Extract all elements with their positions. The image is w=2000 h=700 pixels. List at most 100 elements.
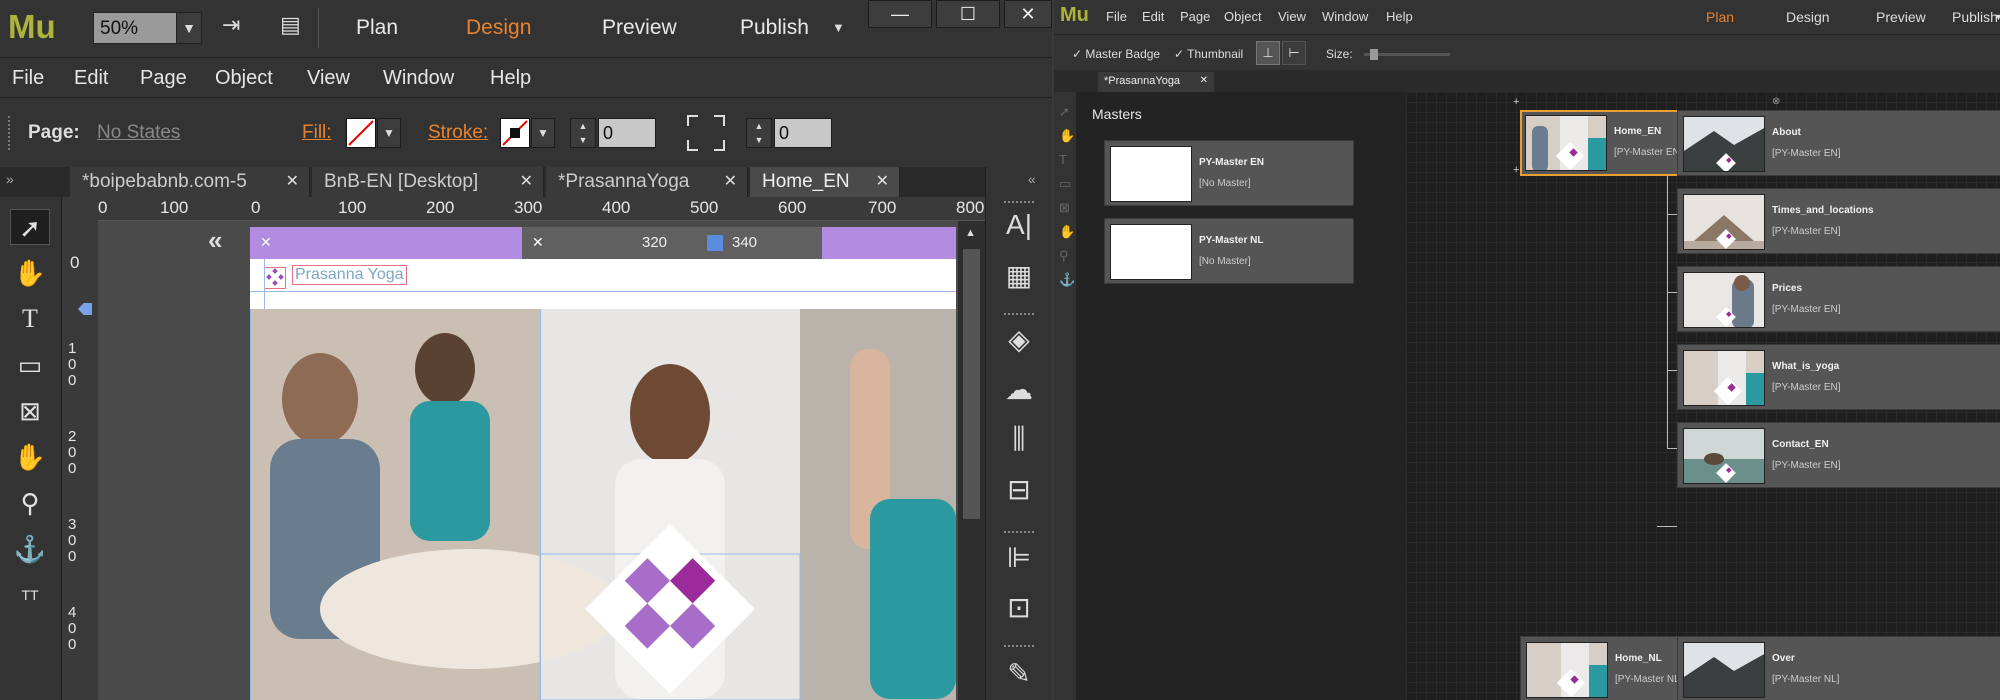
stroke-swatch[interactable] xyxy=(500,118,530,148)
stroke-chevron-down-icon[interactable]: ▼ xyxy=(531,118,555,148)
anchor-tool-icon[interactable]: ⚓ xyxy=(10,531,50,567)
text-tool-icon[interactable]: T xyxy=(10,301,50,337)
menu-object[interactable]: Object xyxy=(215,67,273,90)
text-frame-tool-icon[interactable]: TT xyxy=(10,577,50,613)
crop-tool-icon[interactable]: ✋ xyxy=(10,255,50,291)
widgets-icon[interactable]: ⊟ xyxy=(1002,473,1036,506)
image-frame-tool-icon[interactable]: ⊠ xyxy=(10,393,50,429)
menu-window[interactable]: Window xyxy=(383,67,454,90)
menu-file[interactable]: File xyxy=(12,67,44,90)
close-tab-icon[interactable]: ✕ xyxy=(286,171,299,191)
menu-page[interactable]: Page xyxy=(140,67,187,90)
page-card-what-is-yoga[interactable]: What_is_yoga [PY-Master EN] xyxy=(1677,344,2000,410)
fill-swatch[interactable] xyxy=(346,118,376,148)
tab-home-en[interactable]: Home_EN ✕ xyxy=(750,167,900,197)
stroke-width-stepper[interactable]: ▲ ▼ xyxy=(570,118,596,148)
page-properties-icon[interactable]: ▤ xyxy=(280,12,301,38)
tab-boipebabnb[interactable]: *boipebabnb.com-5 ✕ xyxy=(70,167,310,197)
tab-bnb-en[interactable]: BnB-EN [Desktop] ✕ xyxy=(312,167,544,197)
menu-help[interactable]: Help xyxy=(1386,9,1413,24)
tab-prasannayoga[interactable]: *PrasannaYoga ✕ xyxy=(1098,72,1214,92)
mode-plan[interactable]: Plan xyxy=(356,16,398,40)
collapse-breakpoints-icon[interactable]: « xyxy=(208,225,222,256)
menu-object[interactable]: Object xyxy=(1224,9,1262,24)
mode-preview[interactable]: Preview xyxy=(1876,9,1926,25)
zoom-input[interactable]: 50% xyxy=(93,12,177,44)
page-card-about[interactable]: About [PY-Master EN] xyxy=(1677,110,2000,176)
size-slider[interactable] xyxy=(1364,49,1450,60)
remove-breakpoint-icon[interactable]: ✕ xyxy=(260,234,272,251)
library-icon[interactable]: ⫼ xyxy=(1002,423,1036,456)
add-page-above-icon[interactable]: + xyxy=(1513,96,1519,108)
mode-design[interactable]: Design xyxy=(1786,9,1830,25)
page-card-times-and-locations[interactable]: Times_and_locations [PY-Master EN] xyxy=(1677,188,2000,254)
fill-chevron-down-icon[interactable]: ▼ xyxy=(377,118,401,148)
close-tab-icon[interactable]: ✕ xyxy=(1200,75,1208,86)
menu-edit[interactable]: Edit xyxy=(74,67,108,90)
rectangle-tool-icon[interactable]: ▭ xyxy=(10,347,50,383)
hero-image[interactable] xyxy=(250,309,956,700)
delete-page-icon[interactable]: ⊗ xyxy=(1772,96,1780,107)
menu-help[interactable]: Help xyxy=(490,67,531,90)
menu-window[interactable]: Window xyxy=(1322,9,1368,24)
breakpoint-marker-icon[interactable] xyxy=(707,235,723,251)
scroll-up-icon[interactable]: ▲ xyxy=(965,227,976,239)
design-canvas[interactable]: « ✕ ✕ 320 340 Prasanna Yoga xyxy=(98,221,958,700)
export-icon[interactable]: ⇥ xyxy=(222,12,240,38)
fill-label[interactable]: Fill: xyxy=(302,122,332,144)
menu-page[interactable]: Page xyxy=(1180,9,1210,24)
thumbnail-checkbox[interactable]: ✓ Thumbnail xyxy=(1174,47,1243,61)
selection-tool-icon[interactable]: ➚ xyxy=(10,209,50,245)
menu-edit[interactable]: Edit xyxy=(1142,9,1164,24)
corner-radius-stepper[interactable]: ▲ ▼ xyxy=(746,118,772,148)
mode-publish[interactable]: Publish xyxy=(1952,9,1998,25)
page-card-contact-en[interactable]: Contact_EN [PY-Master EN] xyxy=(1677,422,2000,488)
master-badge-checkbox[interactable]: ✓ Master Badge xyxy=(1072,47,1160,61)
maximize-button[interactable]: ☐ xyxy=(936,0,1000,28)
tab-prasannayoga[interactable]: *PrasannaYoga ✕ xyxy=(546,167,748,197)
text-panel-icon[interactable]: A| xyxy=(1002,209,1036,241)
horizontal-layout-icon[interactable]: ⊥ xyxy=(1256,41,1280,65)
menu-view[interactable]: View xyxy=(307,67,350,90)
add-page-below-icon[interactable]: + xyxy=(1513,164,1519,176)
remove-breakpoint-icon[interactable]: ✕ xyxy=(532,234,544,251)
page-state-link[interactable]: No States xyxy=(97,122,180,144)
mode-plan[interactable]: Plan xyxy=(1706,9,1734,25)
master-card-nl[interactable]: PY-Master NL [No Master] xyxy=(1104,218,1354,284)
page-header[interactable]: Prasanna Yoga xyxy=(250,259,956,309)
collapse-panel-icon[interactable]: « xyxy=(1028,171,1036,187)
vertical-layout-icon[interactable]: ⊢ xyxy=(1282,41,1306,65)
site-title[interactable]: Prasanna Yoga xyxy=(292,265,407,285)
expand-panel-icon[interactable]: » xyxy=(6,171,14,187)
plan-canvas[interactable]: Masters PY-Master EN [No Master] PY-Mast… xyxy=(1076,92,2000,700)
minimize-button[interactable]: — xyxy=(868,0,932,28)
transform-icon[interactable]: ⊡ xyxy=(1002,591,1036,624)
breakpoint-bar[interactable]: ✕ ✕ 320 340 xyxy=(250,227,956,259)
hand-tool-icon[interactable]: ✋ xyxy=(10,439,50,475)
size-slider-thumb[interactable] xyxy=(1370,49,1378,60)
publish-chevron-down-icon[interactable]: ▼ xyxy=(1994,12,2000,22)
states-icon[interactable]: ✎ xyxy=(1002,657,1036,690)
site-logo-icon[interactable] xyxy=(264,267,286,289)
creative-cloud-icon[interactable]: ☁ xyxy=(1002,373,1036,406)
zoom-tool-icon[interactable]: ⚲ xyxy=(10,485,50,521)
stroke-label[interactable]: Stroke: xyxy=(428,122,488,144)
corner-radius-icon[interactable] xyxy=(686,114,726,152)
close-button[interactable]: ✕ xyxy=(1004,0,1052,28)
mode-preview[interactable]: Preview xyxy=(602,16,677,40)
guide-handle-icon[interactable] xyxy=(78,303,92,315)
master-card-en[interactable]: PY-Master EN [No Master] xyxy=(1104,140,1354,206)
align-icon[interactable]: ⊫ xyxy=(1002,541,1036,574)
menu-view[interactable]: View xyxy=(1278,9,1306,24)
mode-design[interactable]: Design xyxy=(466,16,531,40)
grid-panel-icon[interactable]: ▦ xyxy=(1002,259,1036,292)
stroke-width-input[interactable]: 0 xyxy=(598,118,656,148)
publish-chevron-down-icon[interactable]: ▼ xyxy=(832,20,845,35)
page-card-prices[interactable]: Prices [PY-Master EN] xyxy=(1677,266,2000,332)
vertical-scrollbar[interactable]: ▲ xyxy=(958,221,985,700)
page-card-over[interactable]: Over [PY-Master NL] xyxy=(1677,636,2000,700)
zoom-dropdown-chevron-down-icon[interactable]: ▼ xyxy=(176,12,202,44)
close-tab-icon[interactable]: ✕ xyxy=(724,171,737,191)
scroll-thumb[interactable] xyxy=(963,249,980,519)
close-tab-icon[interactable]: ✕ xyxy=(520,171,533,191)
